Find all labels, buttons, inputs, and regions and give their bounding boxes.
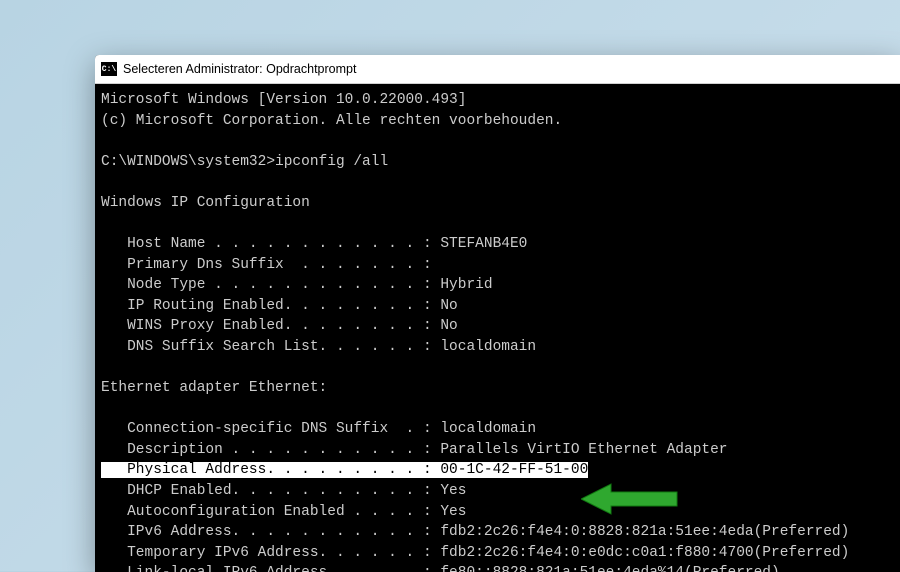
temp-ipv6-value: fdb2:2c26:f4e4:0:e0dc:c0a1:f880:4700(Pre… <box>440 545 849 561</box>
conn-dns-suffix-value: localdomain <box>440 421 536 437</box>
cmd-icon: C:\ <box>101 62 117 76</box>
physical-address-label: Physical Address. . . . . . . . . : <box>101 462 440 478</box>
node-type-value: Hybrid <box>440 277 492 293</box>
physical-address-value: 00-1C-42-FF-51-00 <box>440 462 588 478</box>
annotation-arrow-icon <box>581 482 681 516</box>
autoconfig-enabled-label: Autoconfiguration Enabled . . . . : <box>101 504 440 520</box>
primary-dns-suffix-label: Primary Dns Suffix . . . . . . . : <box>101 257 432 273</box>
dns-suffix-list-label: DNS Suffix Search List. . . . . . : <box>101 339 440 355</box>
section-adapter-header: Ethernet adapter Ethernet: <box>101 380 327 396</box>
prompt-path: C:\WINDOWS\system32> <box>101 154 275 170</box>
ipv6-address-value: fdb2:2c26:f4e4:0:8828:821a:51ee:4eda(Pre… <box>440 524 849 540</box>
section-ipconfig-header: Windows IP Configuration <box>101 195 310 211</box>
dhcp-enabled-value: Yes <box>440 483 466 499</box>
wins-proxy-value: No <box>440 318 457 334</box>
dhcp-enabled-label: DHCP Enabled. . . . . . . . . . . : <box>101 483 440 499</box>
autoconfig-enabled-value: Yes <box>440 504 466 520</box>
wins-proxy-label: WINS Proxy Enabled. . . . . . . . : <box>101 318 440 334</box>
copyright-line: (c) Microsoft Corporation. Alle rechten … <box>101 113 562 129</box>
ipv6-address-label: IPv6 Address. . . . . . . . . . . : <box>101 524 440 540</box>
entered-command: ipconfig /all <box>275 154 388 170</box>
ip-routing-label: IP Routing Enabled. . . . . . . . : <box>101 298 440 314</box>
window-titlebar[interactable]: C:\ Selecteren Administrator: Opdrachtpr… <box>95 55 900 84</box>
dns-suffix-list-value: localdomain <box>440 339 536 355</box>
description-value: Parallels VirtIO Ethernet Adapter <box>440 442 727 458</box>
host-name-value: STEFANB4E0 <box>440 236 527 252</box>
command-prompt-window: C:\ Selecteren Administrator: Opdrachtpr… <box>95 55 900 572</box>
os-version-line: Microsoft Windows [Version 10.0.22000.49… <box>101 92 466 108</box>
conn-dns-suffix-label: Connection-specific DNS Suffix . : <box>101 421 440 437</box>
ip-routing-value: No <box>440 298 457 314</box>
temp-ipv6-label: Temporary IPv6 Address. . . . . . : <box>101 545 440 561</box>
node-type-label: Node Type . . . . . . . . . . . . : <box>101 277 440 293</box>
window-title: Selecteren Administrator: Opdrachtprompt <box>123 62 356 76</box>
description-label: Description . . . . . . . . . . . : <box>101 442 440 458</box>
terminal-output[interactable]: Microsoft Windows [Version 10.0.22000.49… <box>95 84 900 572</box>
host-name-label: Host Name . . . . . . . . . . . . : <box>101 236 440 252</box>
physical-address-row-highlighted: Physical Address. . . . . . . . . : 00-1… <box>101 462 588 478</box>
